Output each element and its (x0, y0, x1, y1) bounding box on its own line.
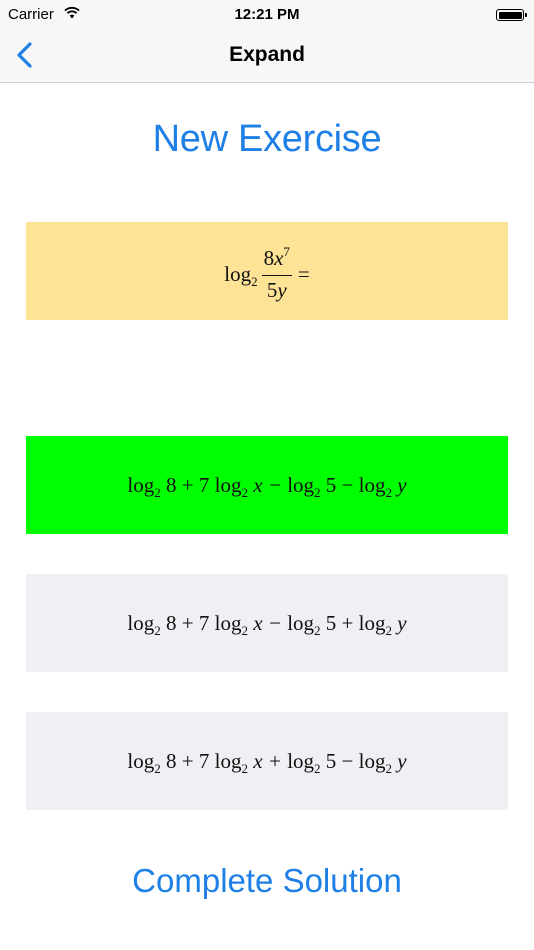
answer-expression: log2 8 + 7 log2 x − log2 5 + log2 y (127, 610, 407, 638)
numerator: 8x7 (261, 244, 292, 276)
battery-icon (496, 9, 527, 21)
status-bar: Carrier 12:21 PM (0, 0, 534, 30)
answer-option-2[interactable]: log2 8 + 7 log2 x − log2 5 + log2 y (26, 574, 508, 672)
complete-solution-button[interactable]: Complete Solution (0, 862, 534, 900)
log-operator: log2 (224, 261, 258, 289)
answer-option-1[interactable]: log2 8 + 7 log2 x − log2 5 − log2 y (26, 436, 508, 534)
answer-expression: log2 8 + 7 log2 x + log2 5 − log2 y (127, 748, 407, 776)
answer-expression: log2 8 + 7 log2 x − log2 5 − log2 y (127, 472, 407, 500)
clock: 12:21 PM (234, 6, 300, 23)
fraction: 8x7 5y (261, 244, 292, 302)
question-box: log2 8x7 5y = (26, 222, 508, 320)
new-exercise-button[interactable]: New Exercise (0, 118, 534, 161)
equals-sign: = (297, 261, 310, 286)
nav-title: Expand (229, 43, 305, 66)
question-expression: log2 8x7 5y = (26, 244, 508, 302)
denominator: 5y (266, 278, 287, 302)
answer-option-3[interactable]: log2 8 + 7 log2 x + log2 5 − log2 y (26, 712, 508, 810)
navigation-bar: Expand (0, 30, 534, 83)
